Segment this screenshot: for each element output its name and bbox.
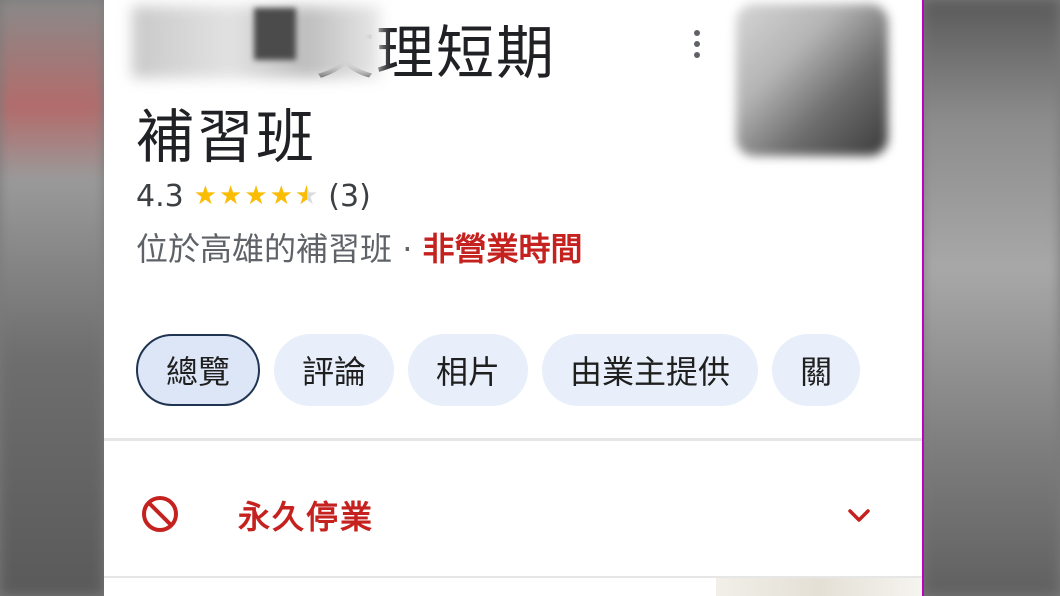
tab-reviews[interactable]: 評論 (274, 334, 395, 406)
blurred-backdrop-right (922, 0, 1060, 596)
redacted-title-blur-dark (254, 8, 296, 60)
tab-from-owner[interactable]: 由業主提供 (542, 334, 759, 406)
blurred-backdrop-left (0, 0, 104, 596)
place-info-panel: 旗津區文理短期 補習班 4.3 ★ ★ ★ ★ ★ (3) 位於高雄的補習班 ·… (104, 0, 924, 596)
star-icon: ★ (244, 181, 268, 211)
more-options-button[interactable] (684, 24, 710, 64)
map-preview-peek (716, 578, 922, 596)
review-count: (3) (328, 178, 371, 214)
tab-overview[interactable]: 總覽 (136, 334, 261, 406)
permanently-closed-label: 永久停業 (238, 498, 375, 536)
more-vert-icon (694, 30, 700, 36)
place-photo-thumbnail[interactable] (736, 4, 888, 156)
tab-photos[interactable]: 相片 (408, 334, 529, 406)
tab-about[interactable]: 關 (772, 334, 861, 406)
place-title-line2: 補習班 (136, 103, 317, 171)
chevron-down-icon[interactable] (844, 500, 874, 530)
rating-row[interactable]: 4.3 ★ ★ ★ ★ ★ (3) (136, 176, 371, 216)
star-icon: ★ (219, 181, 243, 211)
star-icon: ★ (269, 181, 293, 211)
separator: · (392, 230, 423, 268)
star-rating: ★ ★ ★ ★ ★ (194, 181, 319, 211)
rating-value: 4.3 (136, 178, 184, 214)
open-status: 非營業時間 (422, 230, 583, 268)
tab-chips: 總覽 評論 相片 由業主提供 關 (136, 334, 861, 406)
section-divider (104, 438, 922, 441)
star-icon: ★ (193, 181, 218, 211)
category-status: 位於高雄的補習班 · 非營業時間 (136, 224, 636, 274)
block-icon (142, 496, 178, 532)
permanently-closed-row[interactable]: 永久停業 (104, 474, 922, 554)
category-text: 位於高雄的補習班 (136, 230, 393, 268)
star-half-icon: ★ (295, 181, 318, 211)
